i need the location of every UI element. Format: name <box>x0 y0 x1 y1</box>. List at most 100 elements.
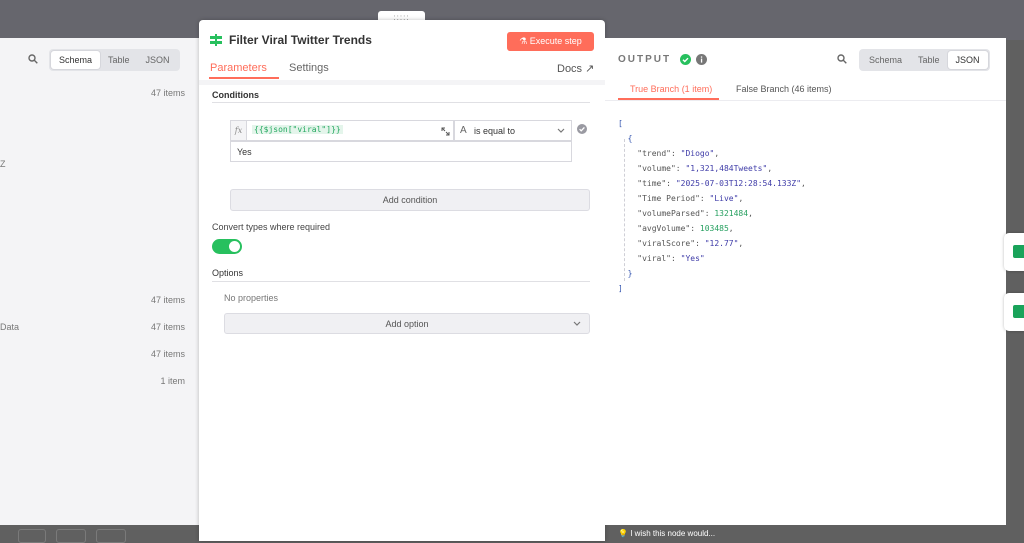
tab-false-branch[interactable]: False Branch (46 items) <box>736 84 832 94</box>
execute-step-button[interactable]: ⚗ Execute step <box>507 32 594 51</box>
schema-row-count: 47 items <box>150 322 185 332</box>
json-key: "viralScore" <box>637 239 696 248</box>
json-key: "volume" <box>637 164 676 173</box>
json-field: "trend": "Diogo", <box>637 149 720 158</box>
expand-editor-icon[interactable] <box>441 127 450 136</box>
search-icon[interactable] <box>837 54 847 64</box>
input-view-schema[interactable]: Schema <box>51 51 101 69</box>
node-settings-panel: Filter Viral Twitter Trends ⚗ Execute st… <box>199 20 605 541</box>
conditions-heading: Conditions <box>212 90 259 100</box>
tab-parameters[interactable]: Parameters <box>210 62 267 74</box>
input-panel: Schema Table JSON 47 items Z 47 items Da… <box>0 38 199 525</box>
json-key: "trend" <box>637 149 671 158</box>
json-object-open: { <box>618 134 633 143</box>
json-value: "Diogo" <box>680 149 715 158</box>
json-value: "2025-07-03T12:28:54.133Z" <box>675 179 802 188</box>
json-array-close: ] <box>618 284 623 293</box>
info-icon[interactable] <box>696 54 707 65</box>
add-option-label: Add option <box>385 319 429 329</box>
output-view-table[interactable]: Table <box>910 51 948 69</box>
json-value: 103485 <box>699 224 729 233</box>
chevron-down-icon <box>573 321 581 326</box>
mail-icon <box>1013 245 1024 258</box>
external-link-icon: ↗ <box>585 63 595 75</box>
json-key: "volumeParsed" <box>637 209 705 218</box>
condition-expression-input[interactable]: fx {{$json["viral"]}} <box>230 120 454 141</box>
side-node-chip[interactable] <box>1004 293 1024 331</box>
output-view-switcher: Schema Table JSON <box>859 49 990 71</box>
json-field: "volumeParsed": 1321484, <box>637 209 753 218</box>
divider <box>212 102 590 103</box>
expression-fx-badge: fx <box>231 121 247 140</box>
add-option-select[interactable]: Add option <box>224 313 590 334</box>
json-field: "viral": "Yes" <box>637 254 705 263</box>
canvas-control-button[interactable] <box>96 529 126 543</box>
convert-types-toggle[interactable] <box>212 239 242 254</box>
json-key: "avgVolume" <box>637 224 691 233</box>
success-check-icon <box>680 54 691 65</box>
input-view-json[interactable]: JSON <box>138 51 178 69</box>
operator-select[interactable]: A is equal to <box>454 120 572 141</box>
operator-value: is equal to <box>474 126 516 136</box>
flask-icon: ⚗ <box>519 36 530 46</box>
json-value: 1321484 <box>714 209 749 218</box>
schema-row-count: 47 items <box>150 88 185 98</box>
output-heading: OUTPUT <box>618 54 672 65</box>
output-view-schema[interactable]: Schema <box>861 51 910 69</box>
convert-types-label: Convert types where required <box>212 222 331 232</box>
sheets-icon <box>1013 305 1024 318</box>
options-heading: Options <box>212 268 244 278</box>
json-output[interactable]: [ { "trend": "Diogo", "volume": "1,321,4… <box>618 116 806 296</box>
canvas-control-button[interactable] <box>18 529 46 543</box>
json-field: "viralScore": "12.77", <box>637 239 744 248</box>
docs-link[interactable]: Docs ↗ <box>557 62 594 75</box>
side-node-chip[interactable] <box>1004 233 1024 271</box>
schema-row-count: 47 items <box>150 349 185 359</box>
schema-row-count: 1 item <box>160 376 185 386</box>
condition-row: fx {{$json["viral"]}} A is equal to Yes <box>230 120 572 164</box>
json-value: "Yes" <box>680 254 705 263</box>
feedback-text: I wish this node would... <box>630 529 716 538</box>
json-field: "Time Period": "Live", <box>637 194 744 203</box>
search-icon[interactable] <box>28 54 38 64</box>
input-view-table[interactable]: Table <box>100 51 138 69</box>
output-view-json[interactable]: JSON <box>947 51 988 69</box>
docs-label: Docs <box>557 63 583 75</box>
node-title[interactable]: Filter Viral Twitter Trends <box>229 33 372 47</box>
json-key: "viral" <box>637 254 671 263</box>
tab-true-branch[interactable]: True Branch (1 item) <box>630 84 712 94</box>
schema-row-label: Z <box>0 159 6 169</box>
condition-valid-check-icon <box>577 124 587 134</box>
execute-step-label: Execute step <box>529 36 582 46</box>
chevron-down-icon <box>557 128 565 133</box>
tab-bar-divider <box>199 80 605 85</box>
schema-row-label: Data <box>0 322 20 332</box>
add-condition-button[interactable]: Add condition <box>230 189 590 211</box>
condition-value: Yes <box>237 147 252 157</box>
lightbulb-icon: 💡 <box>618 529 631 538</box>
schema-row-count: 47 items <box>150 295 185 305</box>
json-field: "avgVolume": 103485, <box>637 224 734 233</box>
json-value: "Live" <box>709 194 739 203</box>
toggle-knob <box>229 241 240 252</box>
json-value: "12.77" <box>704 239 739 248</box>
json-value: "1,321,484Tweets" <box>685 164 768 173</box>
input-view-switcher: Schema Table JSON <box>49 49 180 71</box>
feedback-link[interactable]: 💡 I wish this node would... <box>618 529 715 538</box>
condition-expression: {{$json["viral"]}} <box>252 125 343 134</box>
divider <box>605 100 1006 101</box>
text-type-icon: A <box>460 125 467 136</box>
json-array-open: [ <box>618 119 623 128</box>
output-panel: OUTPUT Schema Table JSON True Branch (1 … <box>605 38 1006 525</box>
json-key: "time" <box>637 179 667 188</box>
tab-settings[interactable]: Settings <box>289 62 329 74</box>
json-field: "volume": "1,321,484Tweets", <box>637 164 773 173</box>
json-key: "Time Period" <box>637 194 700 203</box>
canvas-control-button[interactable] <box>56 529 86 543</box>
no-properties-text: No properties <box>224 293 279 303</box>
filter-signpost-icon <box>210 34 222 46</box>
json-field: "time": "2025-07-03T12:28:54.133Z", <box>637 179 806 188</box>
json-object-close: } <box>618 269 633 278</box>
active-tab-indicator <box>209 77 279 79</box>
condition-value-input[interactable]: Yes <box>230 141 572 162</box>
